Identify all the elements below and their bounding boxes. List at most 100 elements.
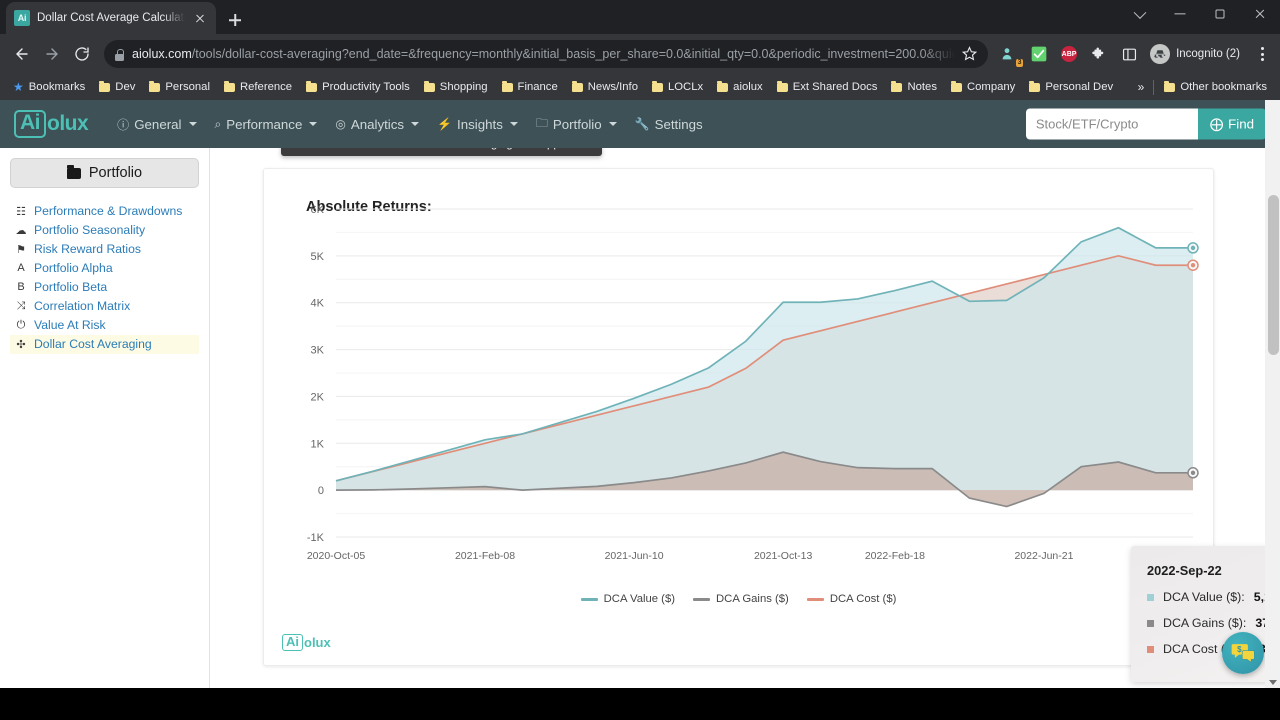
- sidebar-header-portfolio[interactable]: Portfolio: [10, 158, 199, 188]
- absolute-returns-chart[interactable]: -1K 0 1K 2K 3K 4K 5K 6K 2020-Oct-05 2021-Feb-08 20…: [264, 169, 1215, 609]
- profile-extension-icon[interactable]: 3: [996, 41, 1024, 67]
- nav-item-analytics[interactable]: ◎ Analytics: [326, 111, 428, 138]
- info-circle-icon: ⓘ: [117, 117, 130, 132]
- taskbar: [0, 688, 1280, 720]
- scroll-down-icon[interactable]: [1269, 680, 1277, 685]
- checkmark-extension-icon[interactable]: [1026, 41, 1052, 67]
- nav-item-general[interactable]: ⓘ General: [108, 110, 205, 139]
- legend-item-dca-gains[interactable]: DCA Gains ($): [693, 593, 789, 605]
- x-axis-tick-label: 2020-Oct-05: [307, 550, 366, 562]
- sidebar-item-value-at-risk[interactable]: ⏻ Value At Risk: [10, 316, 199, 335]
- bookmark-item-aiolux[interactable]: aiolux: [710, 79, 770, 95]
- nav-item-performance[interactable]: ⌕ Performance: [206, 111, 327, 138]
- bookmark-item-other-bookmarks[interactable]: Other bookmarks: [1157, 79, 1274, 95]
- folder-icon: [571, 80, 583, 92]
- highlight-marker-core: [1190, 245, 1196, 251]
- nav-item-label: Analytics: [350, 116, 405, 132]
- bookmark-item-productivity-tools[interactable]: Productivity Tools: [299, 79, 417, 95]
- x-axis-tick-label: 2021-Feb-08: [455, 550, 515, 562]
- folder-icon: [423, 80, 435, 92]
- bookmark-item-ext-shared-docs[interactable]: Ext Shared Docs: [770, 79, 885, 95]
- browser-tab[interactable]: Ai Dollar Cost Average Calculator fo: [6, 2, 216, 34]
- alpha-icon: A: [17, 262, 25, 274]
- logo-word: olux: [47, 111, 89, 135]
- close-icon[interactable]: [192, 10, 208, 26]
- nav-item-label: Portfolio: [552, 116, 602, 132]
- sidebar-item-risk-reward-ratios[interactable]: ⚑ Risk Reward Ratios: [10, 240, 199, 259]
- new-tab-button[interactable]: [221, 6, 249, 34]
- incognito-indicator[interactable]: Incognito (2): [1146, 42, 1248, 66]
- chevron-down-icon[interactable]: [1120, 0, 1160, 28]
- chevron-down-icon: [608, 122, 617, 126]
- sidebar-item-label: Dollar Cost Averaging: [34, 337, 152, 351]
- nav-item-insights[interactable]: ⚡ Insights: [428, 111, 527, 138]
- svg-text:$: $: [1237, 645, 1242, 654]
- bookmark-star-icon[interactable]: [961, 46, 978, 62]
- sidebar-item-portfolio-seasonality[interactable]: ☁ Portfolio Seasonality: [10, 221, 199, 240]
- watermark-word: olux: [304, 635, 331, 651]
- series-swatch: [1147, 645, 1154, 653]
- bookmark-item-notes[interactable]: Notes: [884, 79, 944, 95]
- sidebar-item-correlation-matrix[interactable]: ⤨ Correlation Matrix: [10, 297, 199, 316]
- series-area: [336, 227, 1193, 491]
- bookmark-item-dev[interactable]: Dev: [92, 79, 142, 95]
- tooltip-label: DCA Gains ($):: [1163, 616, 1247, 630]
- main-content: Absolute Returns for Dollar Cost Averagi…: [210, 148, 1280, 688]
- bookmark-item-personal[interactable]: Personal: [142, 79, 217, 95]
- bookmark-item-finance[interactable]: Finance: [495, 79, 565, 95]
- window-close-icon[interactable]: [1240, 0, 1280, 28]
- adblock-plus-icon[interactable]: ABP: [1056, 41, 1082, 67]
- bookmark-item-bookmarks[interactable]: ★ Bookmarks: [6, 79, 92, 95]
- aiolux-favicon: Ai: [14, 10, 30, 26]
- nav-item-portfolio[interactable]: 🗀 Portfolio: [527, 108, 626, 141]
- nav-item-settings[interactable]: 🔧 Settings: [626, 111, 712, 138]
- maximize-icon[interactable]: [1200, 0, 1240, 28]
- back-icon[interactable]: [8, 40, 36, 68]
- x-axis-tick-label: 2022-Feb-18: [865, 550, 925, 562]
- address-bar[interactable]: aiolux.com/tools/dollar-cost-averaging?e…: [104, 40, 989, 68]
- side-panel-icon[interactable]: [1116, 41, 1142, 67]
- legend-item-dca-value[interactable]: DCA Value ($): [580, 593, 675, 605]
- sidebar-item-label: Risk Reward Ratios: [34, 242, 142, 256]
- chat-support-button[interactable]: $: [1222, 632, 1264, 674]
- series-swatch: [1147, 619, 1154, 627]
- minimize-icon[interactable]: [1160, 0, 1200, 28]
- find-button[interactable]: ⨁ Find: [1197, 108, 1266, 140]
- reload-icon[interactable]: [68, 40, 96, 68]
- highlight-marker-core: [1190, 470, 1196, 475]
- browser-menu-icon[interactable]: [1252, 41, 1272, 67]
- profile-badge: 3: [1016, 59, 1024, 67]
- bookmarks-overflow-icon[interactable]: »: [1132, 80, 1151, 94]
- sidebar-item-portfolio-beta[interactable]: B Portfolio Beta: [10, 278, 199, 297]
- target-icon: ◎: [335, 117, 346, 131]
- extensions-puzzle-icon[interactable]: [1086, 41, 1112, 67]
- search-input[interactable]: [1025, 108, 1198, 140]
- aiolux-logo[interactable]: Ai olux: [14, 110, 89, 138]
- incognito-mask-icon: [1150, 44, 1171, 64]
- page-scrollbar[interactable]: [1265, 100, 1280, 688]
- sidebar-list: ☷ Performance & Drawdowns ☁ Portfolio Se…: [10, 202, 199, 354]
- ticker-search: ⨁ Find: [1025, 108, 1266, 140]
- bookmark-item-reference[interactable]: Reference: [217, 79, 299, 95]
- star-icon: ★: [13, 80, 24, 94]
- sidebar-item-portfolio-alpha[interactable]: A Portfolio Alpha: [10, 259, 199, 278]
- x-axis-tick-label: 2021-Jun-10: [605, 550, 664, 562]
- bookmark-item-news-info[interactable]: News/Info: [565, 79, 645, 95]
- forward-icon[interactable]: [38, 40, 66, 68]
- bookmark-item-company[interactable]: Company: [944, 79, 1022, 95]
- highlight-marker-core: [1190, 263, 1196, 268]
- scrollbar-thumb[interactable]: [1268, 195, 1279, 355]
- flag-icon: ⚑: [16, 243, 26, 256]
- bookmark-item-personal-dev[interactable]: Personal Dev: [1022, 79, 1120, 95]
- sidebar-item-dollar-cost-averaging[interactable]: ✣ Dollar Cost Averaging: [10, 335, 199, 354]
- tab-strip: Ai Dollar Cost Average Calculator fo: [0, 0, 1280, 34]
- sidebar-item-label: Portfolio Alpha: [34, 261, 113, 275]
- tooltip-row-dca-value: DCA Value ($): 5,170.16: [1147, 590, 1280, 604]
- legend-item-dca-cost[interactable]: DCA Cost ($): [806, 593, 896, 605]
- sidebar-item-label: Portfolio Beta: [34, 280, 108, 294]
- logo-mark: Ai: [14, 110, 46, 138]
- folder-icon: [99, 80, 111, 92]
- bookmark-item-shopping[interactable]: Shopping: [417, 79, 495, 95]
- bookmark-item-loclx[interactable]: LOCLx: [645, 79, 710, 95]
- sidebar-item-performance-drawdowns[interactable]: ☷ Performance & Drawdowns: [10, 202, 199, 221]
